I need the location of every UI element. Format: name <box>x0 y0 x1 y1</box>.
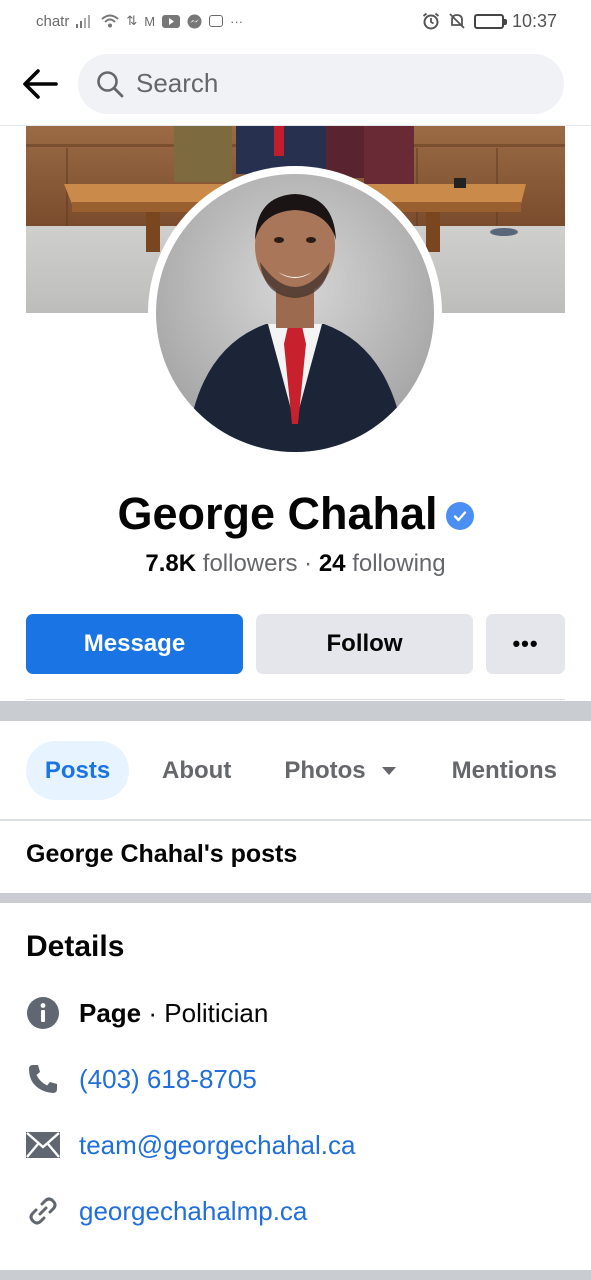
divider <box>26 699 565 700</box>
phone-icon <box>26 1062 60 1096</box>
detail-website[interactable]: georgechahalmp.ca <box>26 1194 307 1228</box>
page-category-text: Page · Politician <box>79 998 268 1029</box>
link-icon <box>26 1194 60 1228</box>
message-button-label: Message <box>83 630 186 657</box>
following-count: 24 <box>318 550 346 577</box>
detail-page-category: Page · Politician <box>26 996 268 1030</box>
signal-icon <box>76 14 94 28</box>
instagram-icon <box>209 15 224 27</box>
section-separator <box>0 701 591 721</box>
page-category: Politician <box>164 997 269 1028</box>
detail-email[interactable]: team@georgechahal.ca <box>26 1128 355 1162</box>
tab-posts-label: Posts <box>44 756 111 784</box>
wifi-icon <box>101 14 120 28</box>
more-options-button[interactable]: ••• <box>486 614 565 674</box>
arrow-left-icon <box>23 68 58 99</box>
clock: 10:37 <box>511 10 557 31</box>
search-input[interactable] <box>136 68 516 99</box>
profile-name: George Chahal <box>117 488 438 539</box>
profile-tabs: Posts About Photos Mentions <box>26 741 557 800</box>
status-bar: chatr ⇅ M ··· 10:37 <box>0 0 591 42</box>
search-icon <box>97 70 124 97</box>
posts-heading: George Chahal's posts <box>26 840 298 868</box>
followers-label[interactable]: followers <box>203 550 298 577</box>
phone-link[interactable]: (403) 618-8705 <box>79 1064 257 1095</box>
follow-button[interactable]: Follow <box>256 614 473 674</box>
tab-about[interactable]: About <box>162 741 231 800</box>
detail-phone[interactable]: (403) 618-8705 <box>26 1062 257 1096</box>
section-separator <box>0 893 591 903</box>
section-separator <box>0 1270 591 1280</box>
followers-count: 7.8K <box>145 550 197 577</box>
data-transfer-icon: ⇅ <box>126 13 138 28</box>
youtube-icon <box>162 14 181 28</box>
search-bar[interactable] <box>78 53 564 114</box>
carrier-name: chatr <box>36 12 70 30</box>
messenger-icon <box>187 14 202 29</box>
stats-separator: · <box>304 550 313 577</box>
tabs-divider <box>0 819 591 821</box>
follow-button-label: Follow <box>326 630 403 657</box>
mute-bell-icon <box>448 12 466 30</box>
tab-about-label: About <box>162 756 232 784</box>
caret-down-icon <box>381 766 396 775</box>
profile-stats: 7.8K followers · 24 following <box>0 550 591 578</box>
more-options-icon: ••• <box>512 631 539 656</box>
more-notifications-icon: ··· <box>230 13 244 29</box>
status-left: chatr ⇅ M ··· <box>36 13 243 30</box>
envelope-icon <box>26 1128 60 1162</box>
profile-avatar[interactable] <box>148 166 442 460</box>
verified-badge-icon <box>445 502 474 530</box>
avatar-photo <box>156 174 434 452</box>
alarm-icon <box>422 12 440 30</box>
back-button[interactable] <box>0 42 80 126</box>
tab-photos-label: Photos <box>284 756 366 784</box>
page-category-separator: · <box>141 997 165 1028</box>
tab-photos[interactable]: Photos <box>284 741 396 800</box>
tab-mentions[interactable]: Mentions <box>452 741 557 800</box>
details-title: Details <box>26 930 125 963</box>
battery-icon <box>473 13 507 29</box>
status-right: 10:37 <box>422 11 557 32</box>
following-label[interactable]: following <box>352 550 445 577</box>
email-link[interactable]: team@georgechahal.ca <box>79 1130 355 1161</box>
info-icon <box>26 996 60 1030</box>
website-link[interactable]: georgechahalmp.ca <box>79 1196 307 1227</box>
tab-posts[interactable]: Posts <box>26 741 129 800</box>
gmail-icon: M <box>144 13 156 29</box>
profile-name-row: George Chahal <box>0 488 591 540</box>
tab-mentions-label: Mentions <box>451 756 557 784</box>
message-button[interactable]: Message <box>26 614 243 674</box>
page-label: Page <box>79 997 142 1028</box>
top-nav <box>0 42 591 126</box>
